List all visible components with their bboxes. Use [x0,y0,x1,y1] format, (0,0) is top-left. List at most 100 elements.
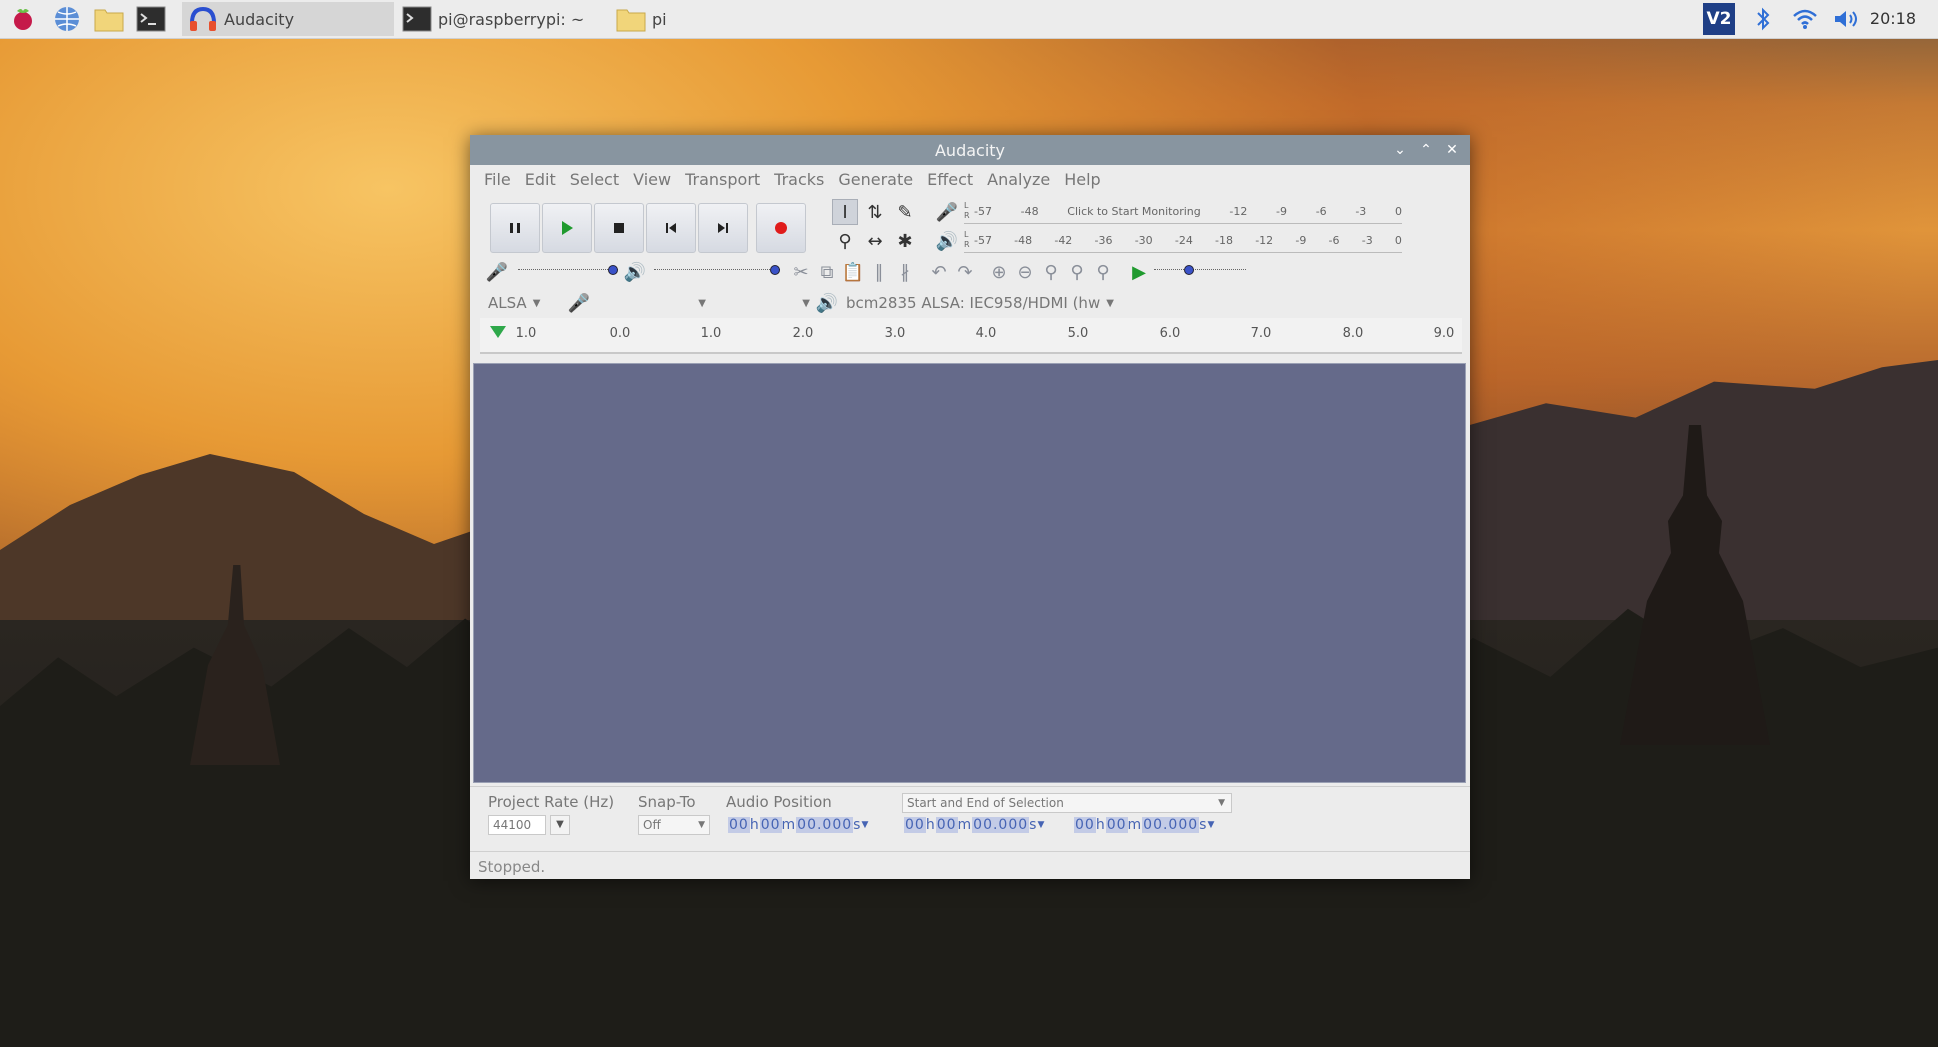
audio-host-dropdown[interactable]: ALSA ▼ [488,291,540,315]
menu-analyze[interactable]: Analyze [981,170,1056,189]
taskbar-task-label: Audacity [224,9,295,29]
project-rate-field[interactable]: 44100 [488,815,546,835]
record-button[interactable] [756,203,806,253]
stop-button[interactable] [594,203,644,253]
taskbar-task-terminal[interactable]: pi@raspberrypi: ~ [396,2,608,36]
trim-icon[interactable]: ∥ [866,259,892,285]
taskbar-task-folder[interactable]: pi [610,2,822,36]
project-rate-dropdown[interactable]: ▼ [550,815,570,835]
timeline-ruler[interactable]: 1.0 0.0 1.0 2.0 3.0 4.0 5.0 6.0 7.0 8.0 … [480,318,1462,354]
chevron-down-icon: ▼ [532,297,541,309]
track-panel[interactable] [473,363,1466,783]
bluetooth-icon[interactable] [1748,0,1778,38]
maximize-icon[interactable]: ⌃ [1416,140,1436,160]
undo-icon[interactable]: ↶ [926,259,952,285]
ruler-tick: 0.0 [609,326,631,341]
time-segment: 00.000 [1142,817,1200,833]
playback-volume-slider[interactable] [654,261,780,275]
meter-tick: -3 [1355,205,1367,218]
play-speed-slider[interactable] [1154,261,1246,275]
selection-end-time[interactable]: 00 h 00 m 00.000 s ▼ [1074,815,1215,835]
menu-transport[interactable]: Transport [679,170,766,189]
snap-to-value: Off [643,818,661,832]
envelope-tool-icon[interactable]: ⇅ [862,199,888,225]
playback-meter[interactable]: LR -57 -48 -42 -36 -30 -24 -18 -12 -9 -6… [964,230,1402,253]
redo-icon[interactable]: ↷ [952,259,978,285]
pause-icon [510,223,520,233]
selection-start-time[interactable]: 00 h 00 m 00.000 s ▼ [904,815,1045,835]
skip-to-end-button[interactable] [698,203,748,253]
ruler-tick: 9.0 [1433,326,1455,341]
clock[interactable]: 20:18 [1870,9,1916,28]
fit-selection-icon[interactable]: ⚲ [1038,259,1064,285]
time-segment: 00.000 [972,817,1030,833]
volume-icon[interactable] [1830,0,1864,38]
silence-icon[interactable]: ∦ [892,259,918,285]
skip-to-start-button[interactable] [646,203,696,253]
web-browser-icon[interactable] [52,4,82,34]
selection-tool-icon[interactable]: I [832,199,858,225]
cut-icon[interactable]: ✂ [788,259,814,285]
meter-lr: LR [964,201,970,220]
time-segment: 00 [904,817,926,833]
wifi-icon[interactable] [1788,0,1822,38]
ruler-tick: 3.0 [884,326,906,341]
vnc-icon[interactable]: V2 [1700,0,1738,38]
fit-project-icon[interactable]: ⚲ [1064,259,1090,285]
skip-start-icon [666,223,676,233]
menu-help[interactable]: Help [1058,170,1106,189]
recording-volume-slider[interactable] [518,261,618,275]
zoom-out-icon[interactable]: ⊖ [1012,259,1038,285]
ruler-tick: 6.0 [1159,326,1181,341]
ruler-tick: 7.0 [1250,326,1272,341]
minimize-icon[interactable]: ⌄ [1390,140,1410,160]
file-manager-icon[interactable] [94,4,124,34]
audio-position-time[interactable]: 00 h 00 m 00.000 s ▼ [728,815,869,835]
selection-mode-dropdown[interactable]: Start and End of Selection ▼ [902,793,1232,813]
copy-icon[interactable]: ⧉ [814,259,840,285]
terminal-icon[interactable] [136,4,166,34]
play-at-speed-icon[interactable]: ▶ [1126,259,1152,285]
zoom-tool-icon[interactable]: ⚲ [832,228,858,254]
paste-icon[interactable]: 📋 [840,259,866,285]
selection-toolbar: Project Rate (Hz) 44100 ▼ Snap-To Off ▼ … [470,786,1470,851]
time-unit: h [1095,817,1106,833]
menu-view[interactable]: View [627,170,677,189]
status-bar: Stopped. [470,851,1470,880]
speaker-icon[interactable]: 🔊 [934,228,960,254]
pause-button[interactable] [490,203,540,253]
time-segment: 00 [1074,817,1096,833]
playback-device-dropdown[interactable]: bcm2835 ALSA: IEC958/HDMI (hw ▼ [846,291,1114,315]
slider-knob[interactable] [608,265,618,275]
vnc-badge: V2 [1703,3,1735,35]
chevron-down-icon: ▼ [1037,820,1046,830]
menu-file[interactable]: File [478,170,517,189]
draw-tool-icon[interactable]: ✎ [892,199,918,225]
zoom-toggle-icon[interactable]: ⚲ [1090,259,1116,285]
menu-tracks[interactable]: Tracks [768,170,830,189]
menu-select[interactable]: Select [564,170,625,189]
menu-generate[interactable]: Generate [832,170,919,189]
meter-tick: -24 [1174,234,1193,247]
close-icon[interactable]: ✕ [1442,140,1462,160]
snap-to-label: Snap-To [638,793,696,811]
microphone-icon[interactable]: 🎤 [934,199,960,225]
recording-channels-dropdown[interactable]: ▼ [710,291,810,315]
play-head-icon[interactable] [490,326,506,338]
meter-tick: -6 [1328,234,1340,247]
raspberry-menu-icon[interactable] [8,4,38,34]
window-titlebar[interactable]: Audacity ⌄ ⌃ ✕ [470,135,1470,165]
multi-tool-icon[interactable]: ✱ [892,228,918,254]
slider-knob[interactable] [1184,265,1194,275]
recording-device-dropdown[interactable]: ▼ [596,291,706,315]
menu-edit[interactable]: Edit [519,170,562,189]
taskbar-task-audacity[interactable]: Audacity [182,2,394,36]
meter-tick: 0 [1394,205,1402,218]
record-meter[interactable]: LR -57 -48 Click to Start Monitoring -12… [964,201,1402,224]
snap-to-dropdown[interactable]: Off ▼ [638,815,710,835]
menu-effect[interactable]: Effect [921,170,979,189]
time-shift-tool-icon[interactable]: ↔ [862,228,888,254]
slider-knob[interactable] [770,265,780,275]
play-button[interactable] [542,203,592,253]
zoom-in-icon[interactable]: ⊕ [986,259,1012,285]
